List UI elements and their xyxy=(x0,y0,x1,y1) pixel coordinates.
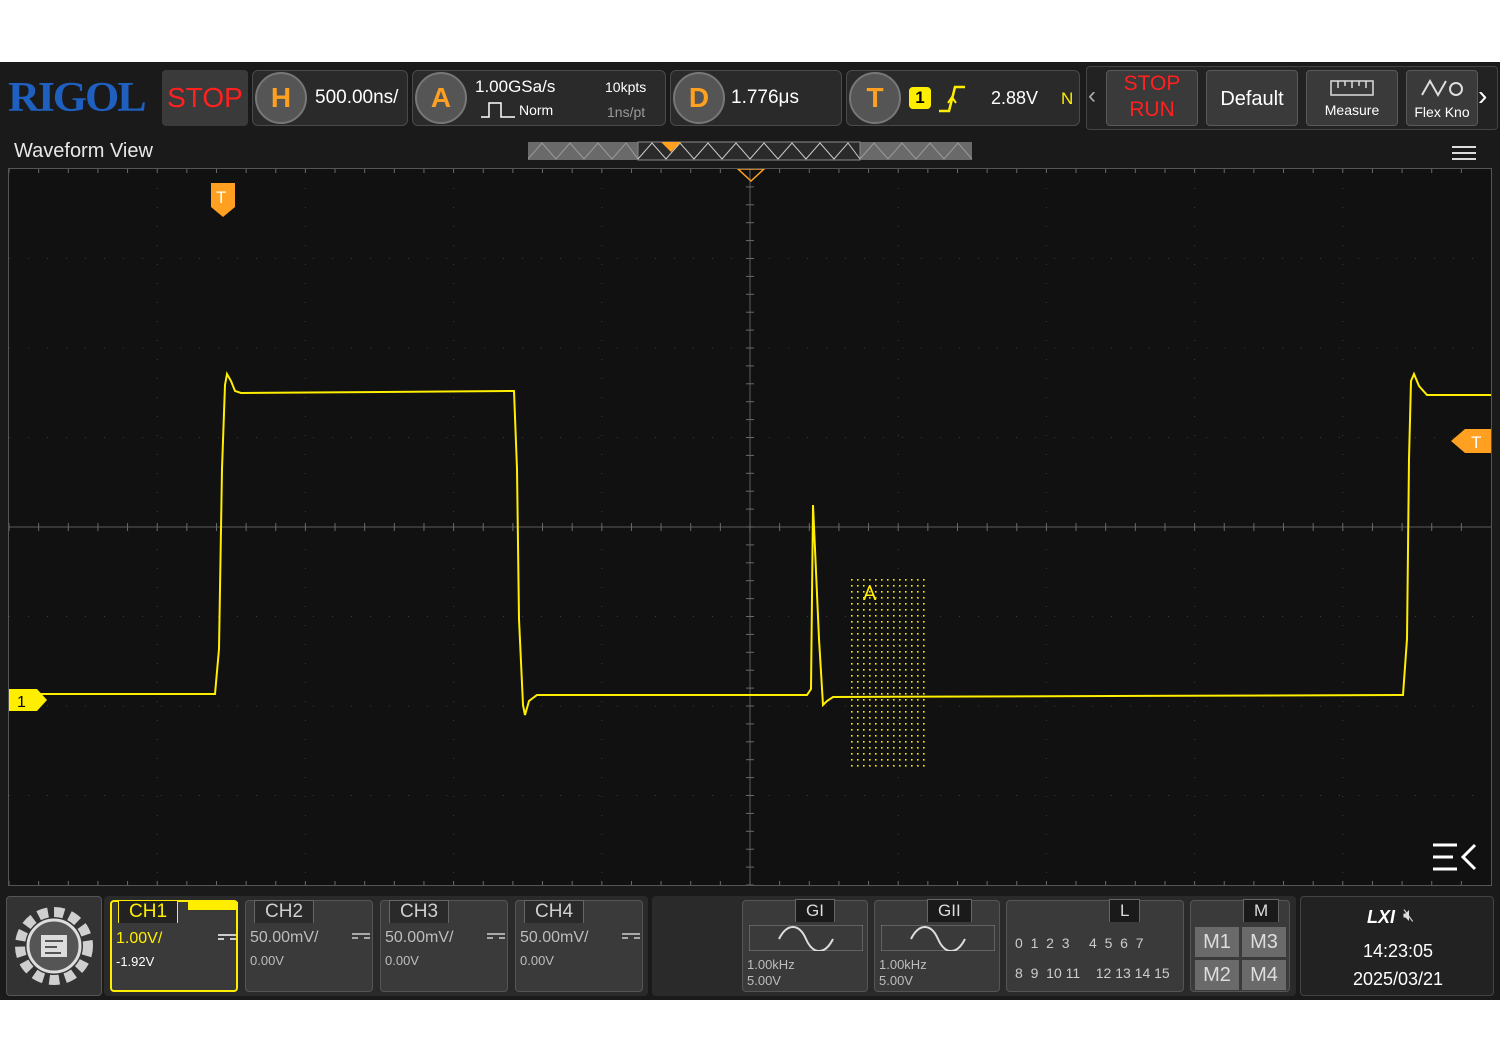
resolution: 1ns/pt xyxy=(607,104,646,120)
math-m3-button[interactable]: M3 xyxy=(1242,927,1286,957)
ch1-offset: -1.92V xyxy=(116,954,155,969)
trigger-level: 2.88V xyxy=(991,88,1039,108)
math-m4-button[interactable]: M4 xyxy=(1242,960,1286,990)
ch3-tab: CH3 xyxy=(389,900,450,923)
graticule xyxy=(9,169,1491,885)
lxi-label: LXI xyxy=(1367,907,1396,927)
waveform-view-title: Waveform View xyxy=(14,140,153,162)
ruler-icon xyxy=(1330,80,1374,96)
generator-1-box[interactable]: GI 1.00kHz 5.00V xyxy=(742,899,868,992)
trigger-key[interactable]: T xyxy=(849,72,901,124)
ch3-scale: 50.00mV/ xyxy=(385,929,454,946)
ch4-scale: 50.00mV/ xyxy=(520,929,589,946)
acquire-key[interactable]: A xyxy=(415,72,467,124)
clock-date: 2025/03/21 xyxy=(1352,969,1444,989)
math-m1-button[interactable]: M1 xyxy=(1195,927,1239,957)
ch3-coupling-icon xyxy=(487,933,505,939)
ch1-tab: CH1 xyxy=(118,900,179,923)
waveform-grid[interactable]: A T T 1 xyxy=(8,168,1492,886)
math-box[interactable]: M M1 M3 M2 M4 xyxy=(1190,899,1290,992)
home-button[interactable] xyxy=(6,896,102,996)
trigger-level-marker[interactable]: T xyxy=(1451,429,1491,453)
run-state-indicator[interactable]: STOP xyxy=(162,70,248,126)
ch2-scale: 50.00mV/ xyxy=(250,929,319,946)
memory-depth: 10kpts xyxy=(605,79,647,95)
sine-icon xyxy=(881,925,995,951)
delay-key[interactable]: D xyxy=(673,72,725,124)
flex-knob-icon xyxy=(1421,78,1463,98)
acquire-mode: Norm xyxy=(519,102,554,118)
generator-2-freq: 1.00kHz xyxy=(879,957,927,972)
default-button[interactable]: Default xyxy=(1206,70,1298,126)
status-panel: LXI 🔇︎ 14:23:05 2025/03/21 xyxy=(1300,896,1494,996)
side-menu-icon[interactable] xyxy=(1433,843,1477,871)
delay-panel[interactable]: D 1.776μs xyxy=(670,70,842,126)
oscilloscope-screen: RIGOL STOP H 500.00ns/ A 1.00GSa/s 10kpt… xyxy=(0,62,1500,1000)
gear-logo-icon xyxy=(15,907,93,985)
trigger-panel[interactable]: T 1 2.88V N xyxy=(846,70,1080,126)
logic-bits-row-2[interactable]: 8 9 10 11 12 13 14 15 xyxy=(1015,965,1170,981)
generator-2-tab: GII xyxy=(927,899,972,922)
ch4-tab: CH4 xyxy=(524,900,585,923)
ch2-box[interactable]: CH2 50.00mV/ 0.00V xyxy=(245,900,373,992)
ch1-offset-marker[interactable]: 1 xyxy=(9,689,47,711)
measure-button[interactable]: Measure xyxy=(1306,70,1398,126)
speaker-muted-icon[interactable]: 🔇︎ xyxy=(1403,905,1414,926)
ch2-coupling-icon xyxy=(352,933,370,939)
ch1-scale: 1.00V/ xyxy=(116,930,163,947)
flex-knob-button[interactable]: Flex Kno xyxy=(1406,70,1478,126)
generator-2-box[interactable]: GII 1.00kHz 5.00V xyxy=(874,899,1000,992)
logic-bits-row-1[interactable]: 0 1 2 3 4 5 6 7 xyxy=(1015,935,1144,951)
sine-icon xyxy=(749,925,863,951)
stop-run-button[interactable]: STOP RUN xyxy=(1106,70,1198,126)
sample-rate: 1.00GSa/s xyxy=(475,77,556,96)
horizontal-key[interactable]: H xyxy=(255,72,307,124)
scroll-right-icon[interactable]: › xyxy=(1478,80,1487,112)
ch4-offset: 0.00V xyxy=(520,953,554,968)
flex-label: Flex Kno xyxy=(1414,104,1470,120)
trigger-marker-top[interactable]: T xyxy=(211,183,235,217)
generator-1-freq: 1.00kHz xyxy=(747,957,795,972)
ch1-coupling-icon xyxy=(218,934,236,940)
ch3-box[interactable]: CH3 50.00mV/ 0.00V xyxy=(380,900,508,992)
ch4-box[interactable]: CH4 50.00mV/ 0.00V xyxy=(515,900,643,992)
run-label: RUN xyxy=(1129,98,1175,121)
ch3-offset: 0.00V xyxy=(385,953,419,968)
generator-1-tab: GI xyxy=(795,899,835,922)
scroll-left-icon[interactable]: ‹ xyxy=(1088,82,1096,110)
generator-1-amp: 5.00V xyxy=(747,973,781,988)
ch2-tab: CH2 xyxy=(254,900,315,923)
acquire-panel[interactable]: A 1.00GSa/s 10kpts Norm 1ns/pt xyxy=(412,70,666,126)
trigger-time-marker-icon[interactable] xyxy=(736,169,766,183)
logic-box[interactable]: L 0 1 2 3 4 5 6 7 8 9 10 11 12 13 14 15 xyxy=(1006,899,1184,992)
svg-text:T: T xyxy=(1471,433,1481,452)
trigger-sweep: N xyxy=(1061,89,1074,108)
ch2-offset: 0.00V xyxy=(250,953,284,968)
timebase-value: 500.00ns/ xyxy=(315,87,399,108)
stop-label: STOP xyxy=(1123,72,1181,95)
memory-position-bar[interactable] xyxy=(528,140,972,162)
math-m2-button[interactable]: M2 xyxy=(1195,960,1239,990)
ch4-coupling-icon xyxy=(622,933,640,939)
horizontal-panel[interactable]: H 500.00ns/ xyxy=(252,70,408,126)
area-selection[interactable]: A xyxy=(851,579,925,767)
clock-time: 14:23:05 xyxy=(1362,941,1434,961)
default-label: Default xyxy=(1220,88,1284,110)
delay-value: 1.776μs xyxy=(731,87,799,108)
svg-text:T: T xyxy=(216,188,226,207)
area-label: A xyxy=(863,583,877,605)
generator-2-amp: 5.00V xyxy=(879,973,913,988)
rigol-logo: RIGOL xyxy=(8,75,147,121)
logic-tab: L xyxy=(1109,899,1141,922)
math-tab: M xyxy=(1243,899,1280,922)
trigger-source-badge: 1 xyxy=(909,87,931,109)
pulse-icon xyxy=(481,102,515,118)
measure-label: Measure xyxy=(1324,102,1380,118)
rising-edge-icon xyxy=(939,85,965,113)
svg-text:1: 1 xyxy=(17,694,26,711)
ch1-box[interactable]: CH1 1.00V/ -1.92V xyxy=(110,900,238,992)
